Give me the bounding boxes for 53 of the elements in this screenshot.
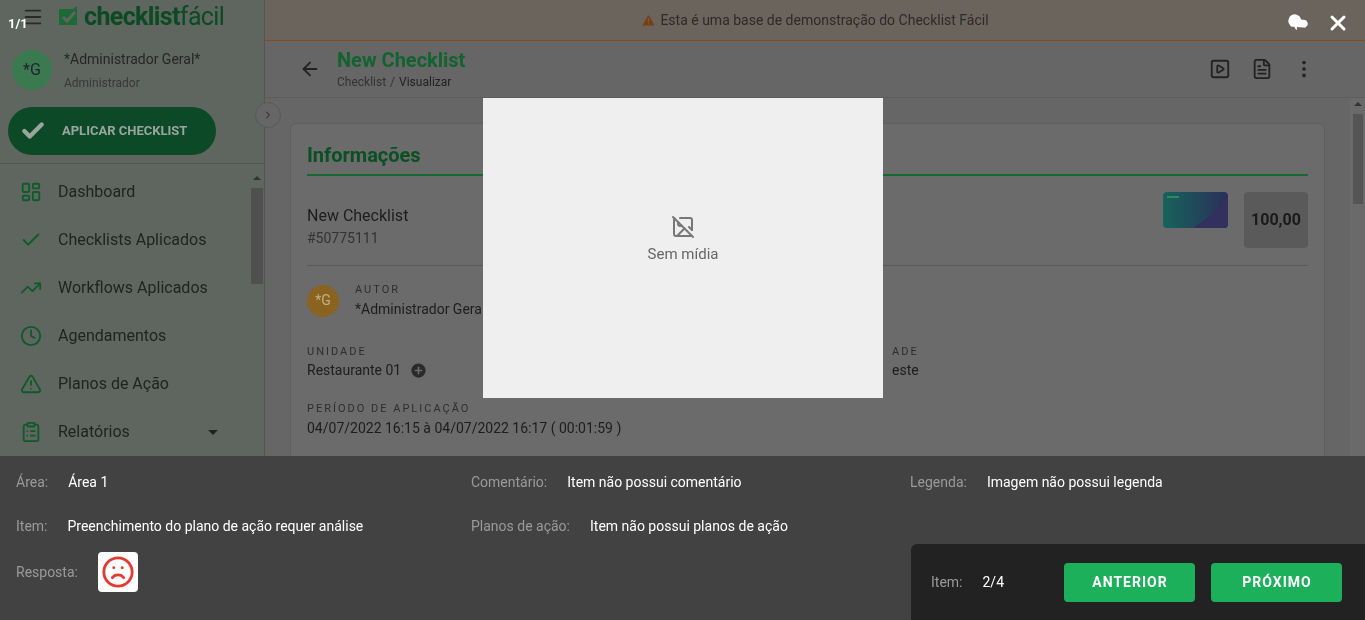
detail-label: Comentário:	[471, 472, 548, 492]
no-image-icon	[671, 214, 695, 239]
detail-value: Preenchimento do plano de ação requer análise	[67, 516, 364, 536]
user-name: *Administrador Geral*	[64, 50, 201, 69]
field-label: UNIDADE	[307, 343, 368, 360]
pager-value: 2/4	[982, 572, 1005, 592]
detail-label: Legenda:	[910, 472, 967, 492]
field-value: *Administrador Gera	[355, 299, 482, 319]
detail-label: Planos de ação:	[471, 516, 570, 536]
field-label: ADE	[892, 343, 919, 360]
score-badge: 100,00	[1244, 192, 1308, 248]
pdf-icon[interactable]	[1251, 58, 1273, 80]
no-media-text: Sem mídia	[647, 243, 719, 265]
image-counter: 1/1	[8, 15, 28, 33]
detail-value: Área 1	[68, 472, 109, 492]
field-label: AUTOR	[355, 282, 401, 298]
breadcrumb-current: Visualizar	[399, 73, 452, 91]
field-value: este	[892, 361, 919, 380]
field-value: Restaurante 01	[307, 361, 402, 380]
clipboard-icon	[20, 421, 42, 443]
field-label: PERÍODO DE APLICAÇÃO	[307, 401, 472, 417]
sidebar-item[interactable]: Relatórios	[0, 408, 250, 456]
clock-icon	[20, 325, 42, 347]
breadcrumb-separator: /	[390, 73, 396, 91]
scrollbar[interactable]	[1350, 98, 1365, 456]
detail-label: Item:	[16, 516, 48, 536]
sidebar-item[interactable]: Planos de Ação	[0, 360, 250, 408]
pager-label: Item:	[931, 572, 963, 592]
sidebar-item[interactable]: Agendamentos	[0, 312, 250, 360]
dashboard-icon	[20, 181, 42, 203]
detail-value: Item não possui planos de ação	[590, 516, 788, 536]
detail-label: Resposta:	[16, 562, 78, 582]
warning-icon	[20, 373, 42, 395]
detail-value: Imagem não possui legenda	[986, 472, 1163, 492]
author-avatar: *G	[307, 284, 339, 317]
checklist-id: #50775111	[307, 229, 380, 248]
sidebar-item[interactable]: Checklists Aplicados	[0, 216, 250, 264]
logo-text: checklistfácil	[84, 4, 225, 30]
play-icon[interactable]	[1209, 58, 1231, 80]
detail-value: Item não possui comentário	[567, 472, 742, 492]
warning-icon	[641, 12, 657, 28]
add-icon[interactable]	[409, 361, 429, 380]
sidebar-item[interactable]: Dashboard	[0, 168, 250, 216]
page-title: New Checklist	[337, 47, 467, 73]
next-button[interactable]: PRÓXIMO	[1211, 562, 1343, 602]
previous-button[interactable]: ANTERIOR	[1064, 562, 1196, 602]
demo-banner: Esta é uma base de demonstração do Checklist Fácil	[265, 0, 1365, 41]
checklist-name: New Checklist	[307, 205, 409, 227]
apply-checklist-button[interactable]: APLICAR CHECKLIST	[8, 107, 216, 155]
field-value: 04/07/2022 16:15 à 04/07/2022 16:17 ( 00:01:59 )	[307, 418, 623, 438]
detail-label: Área:	[16, 472, 49, 492]
sidebar-item[interactable]: Workflows Aplicados	[0, 264, 250, 312]
user-avatar: *G	[12, 50, 52, 91]
